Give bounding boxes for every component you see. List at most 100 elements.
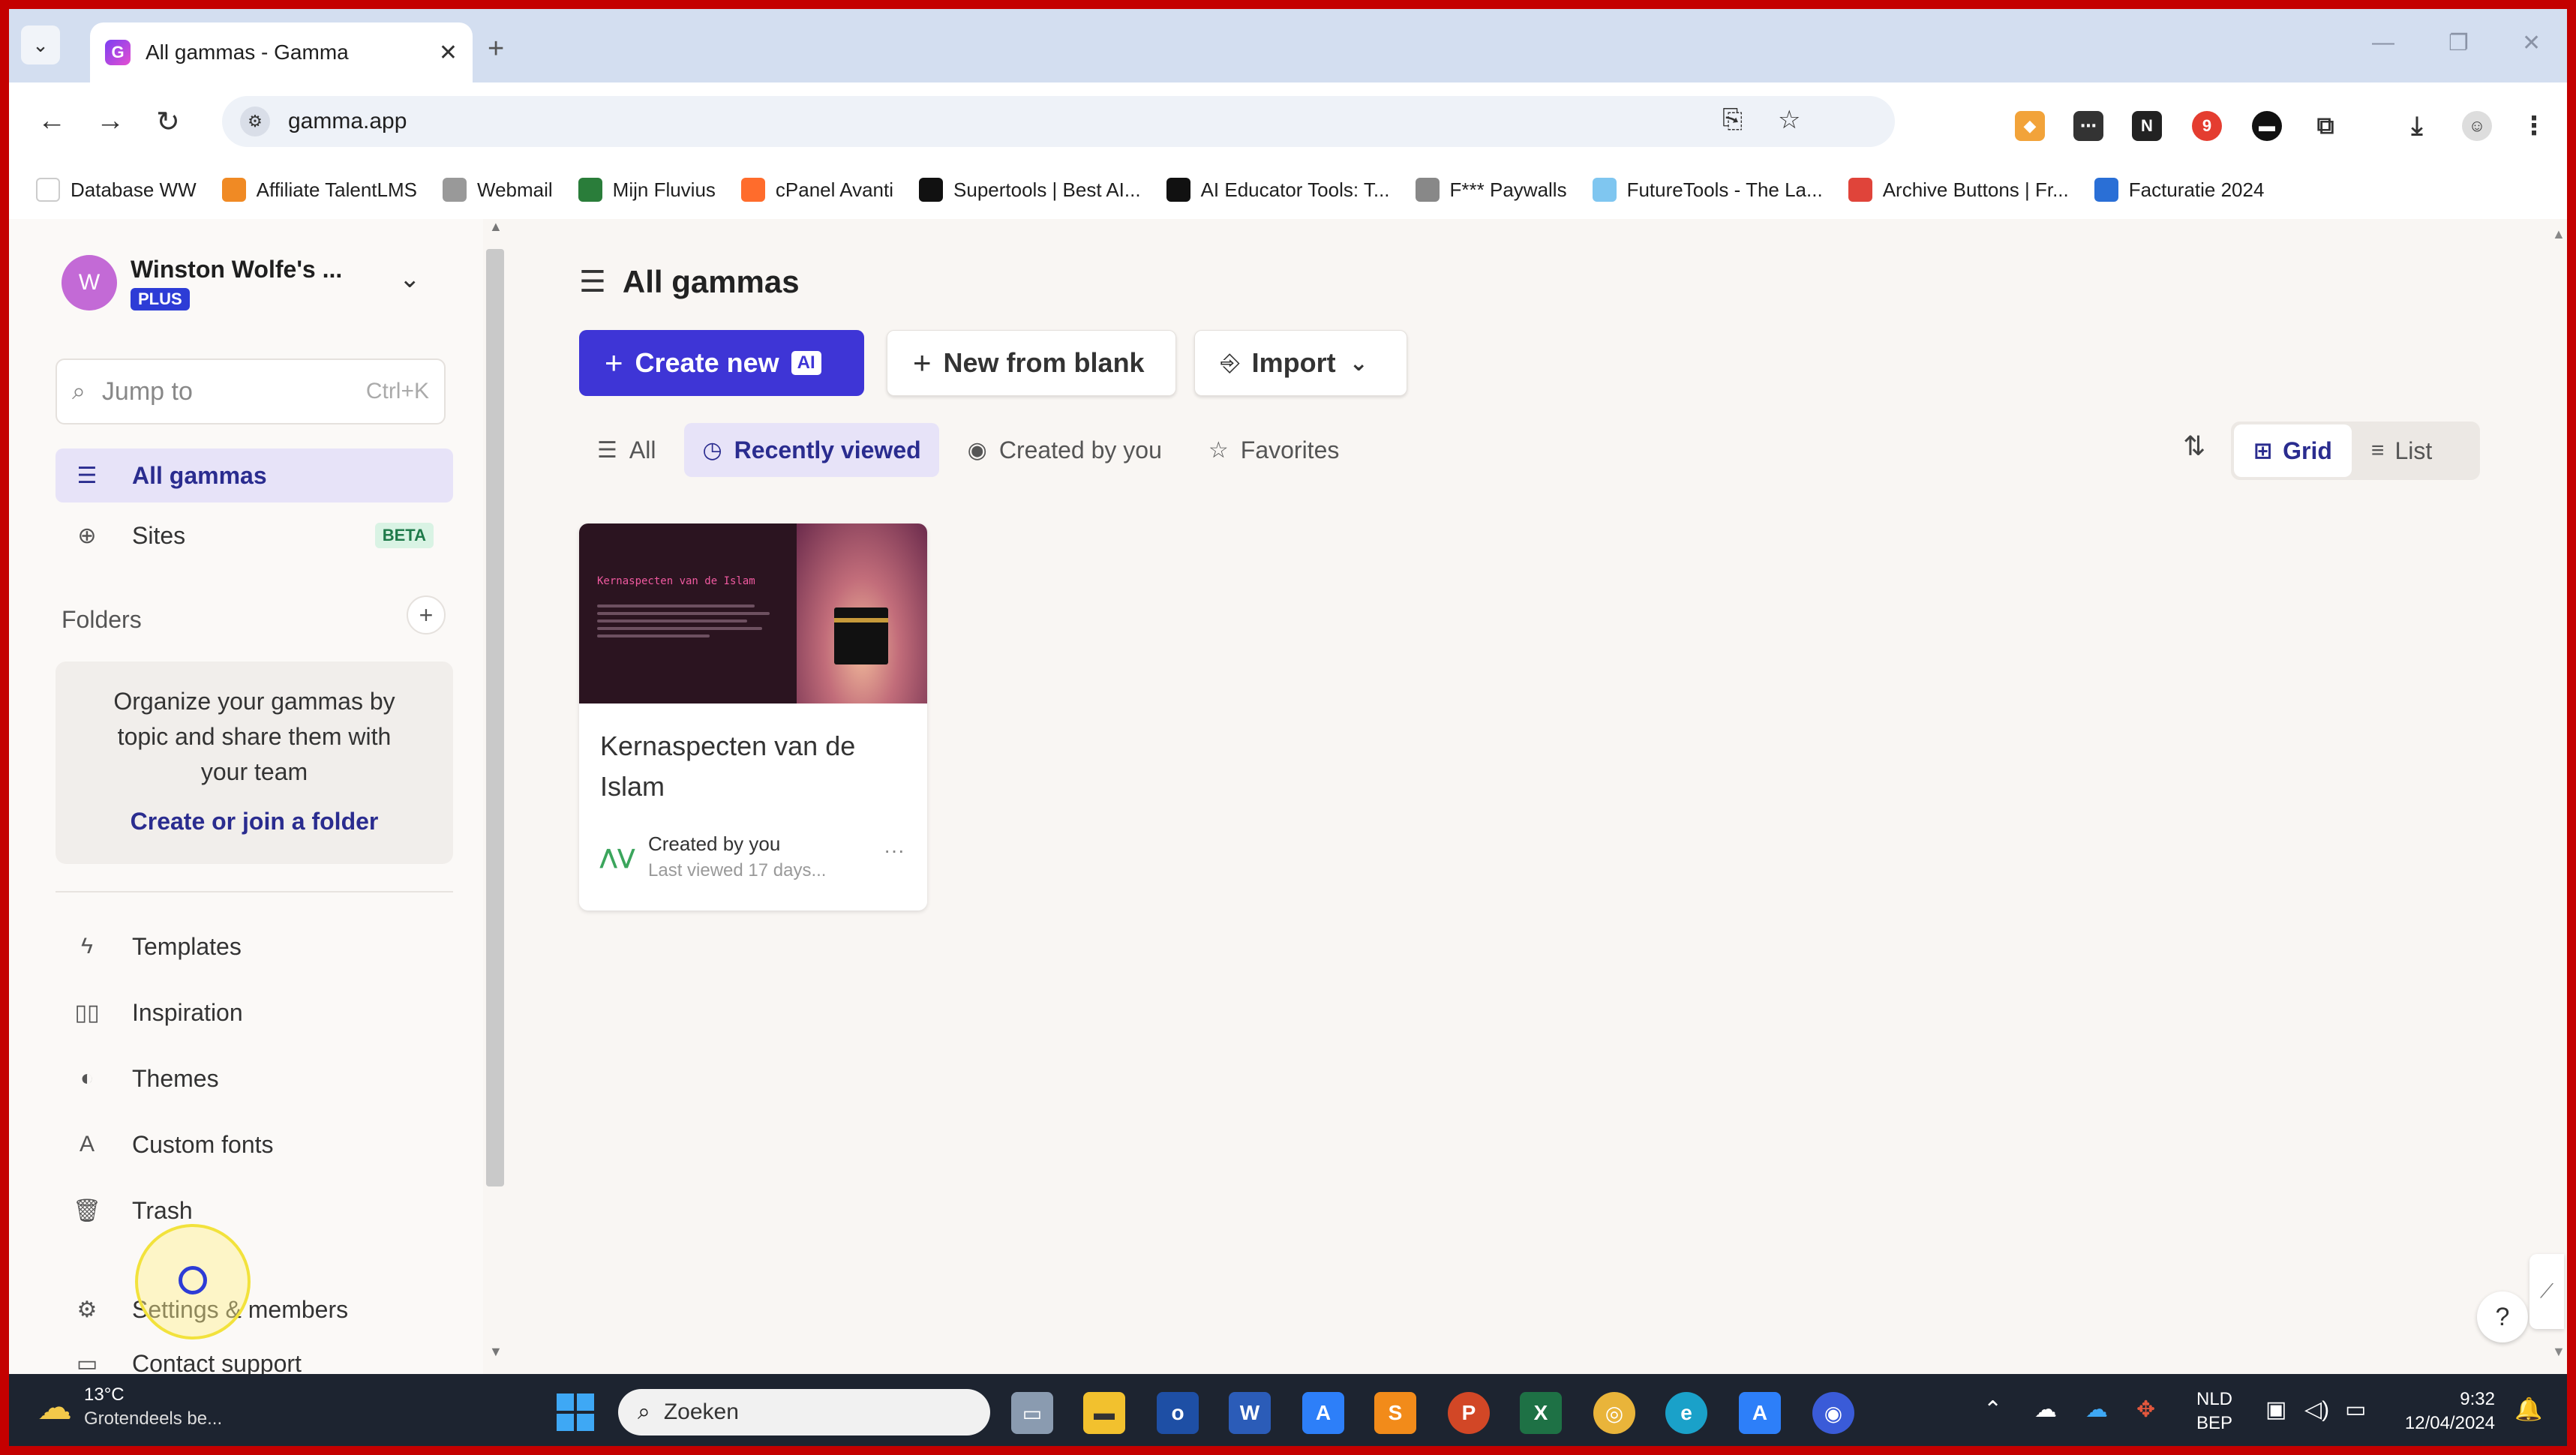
tab-search-button[interactable]: ⌄ xyxy=(21,26,60,64)
word-icon[interactable]: W xyxy=(1229,1392,1271,1434)
onedrive-blue-icon[interactable]: ☁ xyxy=(2085,1396,2108,1423)
search-icon: ⌕ xyxy=(638,1400,650,1424)
sidebar-item-all-gammas[interactable]: ☰ All gammas xyxy=(56,448,453,502)
extension-9-icon[interactable]: 9 xyxy=(2192,111,2222,141)
bookmark-item[interactable]: Webmail xyxy=(443,178,553,202)
chevron-down-icon[interactable]: ⌄ xyxy=(399,264,421,294)
language-indicator[interactable]: NLD BEP xyxy=(2196,1388,2232,1436)
outlook-icon[interactable]: o xyxy=(1157,1392,1199,1434)
windows-start-icon[interactable] xyxy=(557,1394,594,1431)
back-arrow-icon[interactable]: ← xyxy=(38,105,66,137)
sidebar-item-trash[interactable]: 🗑 Trash xyxy=(56,1184,453,1238)
filter-created-by-you[interactable]: ◉ Created by you xyxy=(950,423,1180,477)
task-view-icon[interactable]: ▭ xyxy=(1011,1392,1053,1434)
sidebar-item-inspiration[interactable]: ▯▯ Inspiration xyxy=(56,986,453,1040)
download-icon[interactable]: ⤓ xyxy=(2402,111,2432,141)
sidebar-item-templates[interactable]: ϟ Templates xyxy=(56,920,453,974)
sidebar-scrollbar[interactable] xyxy=(486,249,504,1186)
workspace-switcher[interactable]: W Winston Wolfe's ... PLUS ⌄ xyxy=(62,249,437,316)
bookmark-star-icon[interactable]: ☆ xyxy=(1778,105,1800,135)
close-icon[interactable]: ✕ xyxy=(439,40,458,66)
help-button[interactable]: ? xyxy=(2477,1292,2528,1342)
onedrive-icon[interactable]: ☁ xyxy=(2034,1396,2057,1423)
bookmark-item[interactable]: Affiliate TalentLMS xyxy=(221,178,417,202)
tray-chevron-icon[interactable]: ⌃ xyxy=(1983,1396,2002,1423)
bookmark-item[interactable]: Facturatie 2024 xyxy=(2094,178,2264,202)
scroll-up-arrow-icon[interactable]: ▲ xyxy=(489,219,503,235)
app-a2-icon[interactable]: A xyxy=(1739,1392,1781,1434)
extensions-puzzle-icon[interactable]: ⧉ xyxy=(2310,111,2340,141)
more-options-icon[interactable]: ··· xyxy=(884,838,905,862)
import-label: Import xyxy=(1251,347,1336,378)
import-button[interactable]: ⎆ Import ⌄ xyxy=(1194,330,1407,396)
excel-icon[interactable]: X xyxy=(1520,1392,1562,1434)
install-app-icon[interactable]: ⎘ xyxy=(1722,105,1743,134)
volume-icon[interactable]: ◁) xyxy=(2304,1396,2329,1423)
filter-recently-viewed[interactable]: ◷ Recently viewed xyxy=(684,423,939,477)
scroll-down-arrow-icon[interactable]: ▼ xyxy=(489,1344,503,1360)
new-tab-icon[interactable]: + xyxy=(488,33,504,65)
extension-n-icon[interactable]: N xyxy=(2132,111,2162,141)
battery-icon[interactable]: ▭ xyxy=(2345,1396,2366,1423)
bookmark-item[interactable]: Database WW xyxy=(36,178,197,202)
extension-dark-icon[interactable]: ▬ xyxy=(2252,111,2282,141)
bookmark-item[interactable]: Supertools | Best AI... xyxy=(919,178,1141,202)
reload-icon[interactable]: ↻ xyxy=(156,105,180,139)
bookmark-item[interactable]: Archive Buttons | Fr... xyxy=(1848,178,2069,202)
create-folder-link[interactable]: Create or join a folder xyxy=(56,808,453,836)
add-folder-button[interactable]: + xyxy=(407,596,446,634)
view-grid-label: Grid xyxy=(2283,436,2332,464)
font-icon: A xyxy=(79,1132,95,1156)
new-from-blank-button[interactable]: + New from blank xyxy=(887,330,1176,396)
dropbox-icon[interactable]: ✥ xyxy=(2136,1396,2155,1423)
weather-widget[interactable]: ☁ 13°C Grotendeels be... xyxy=(38,1384,222,1430)
forward-arrow-icon[interactable]: → xyxy=(96,105,125,137)
address-bar[interactable]: ⚙ gamma.app ⎘ ☆ xyxy=(222,96,1895,147)
file-explorer-icon[interactable]: ▬ xyxy=(1083,1392,1125,1434)
notification-bell-icon[interactable]: 🔔 xyxy=(2514,1396,2542,1423)
sidebar-item-sites[interactable]: ⊕ Sites BETA xyxy=(56,508,453,562)
cpanel-icon xyxy=(740,178,765,202)
filter-favorites[interactable]: ☆ Favorites xyxy=(1190,423,1358,477)
sublime-icon[interactable]: S xyxy=(1374,1392,1416,1434)
view-grid-button[interactable]: ⊞ Grid xyxy=(2234,424,2352,477)
clock[interactable]: 9:32 12/04/2024 xyxy=(2397,1388,2495,1436)
bookmark-item[interactable]: AI Educator Tools: T... xyxy=(1166,178,1390,202)
minimize-icon[interactable]: — xyxy=(2372,30,2394,56)
sidebar-item-settings[interactable]: ⚙ Settings & members xyxy=(56,1282,453,1336)
language-top: NLD xyxy=(2196,1389,2233,1409)
sort-icon[interactable]: ⇅ xyxy=(2183,430,2205,462)
scroll-up-arrow-icon[interactable]: ▲ xyxy=(2552,226,2565,242)
extension-colors-icon[interactable]: ◆ xyxy=(2015,111,2045,141)
bookmark-item[interactable]: F*** Paywalls xyxy=(1415,178,1567,202)
gamma-favicon-icon: G xyxy=(105,40,131,65)
sidebar-item-themes[interactable]: ◐ Themes xyxy=(56,1052,453,1106)
side-widget-icon[interactable]: ⟋ xyxy=(2529,1254,2564,1329)
chrome-profile-icon[interactable]: ◉ xyxy=(1812,1392,1854,1434)
taskbar-search[interactable]: ⌕ Zoeken xyxy=(618,1389,990,1436)
jump-to-search[interactable]: ⌕ Jump to Ctrl+K xyxy=(56,358,446,424)
sidebar-item-custom-fonts[interactable]: A Custom fonts xyxy=(56,1118,453,1172)
view-list-button[interactable]: ≡ List xyxy=(2352,424,2451,477)
menu-kebab-icon[interactable]: ⋮ xyxy=(2519,111,2549,141)
chrome-icon[interactable]: ◎ xyxy=(1593,1392,1635,1434)
powerpoint-icon[interactable]: P xyxy=(1448,1392,1490,1434)
window-close-icon[interactable]: ✕ xyxy=(2522,30,2541,56)
bookmark-item[interactable]: cPanel Avanti xyxy=(740,178,893,202)
browser-tab-active[interactable]: G All gammas - Gamma ✕ xyxy=(90,22,473,82)
edge-icon[interactable]: e xyxy=(1665,1392,1707,1434)
user-circle-icon: ◉ xyxy=(967,437,987,463)
extension-dots-icon[interactable]: ⋯ xyxy=(2073,111,2103,141)
scroll-down-arrow-icon[interactable]: ▼ xyxy=(2552,1344,2565,1360)
profile-icon[interactable]: ☺ xyxy=(2462,111,2492,141)
bookmark-item[interactable]: Mijn Fluvius xyxy=(578,178,716,202)
site-info-icon[interactable]: ⚙ xyxy=(240,106,270,136)
filter-all[interactable]: ☰ All xyxy=(579,423,674,477)
sidebar-item-label: Templates xyxy=(132,932,242,960)
network-icon[interactable]: ▣ xyxy=(2265,1396,2286,1423)
restore-icon[interactable]: ❐ xyxy=(2448,30,2469,56)
bookmark-item[interactable]: FutureTools - The La... xyxy=(1592,178,1823,202)
gamma-card[interactable]: Kernaspecten van de Islam Kernaspecten v… xyxy=(579,524,927,910)
app-a-icon[interactable]: A xyxy=(1302,1392,1344,1434)
create-new-button[interactable]: + Create new AI xyxy=(579,330,864,396)
